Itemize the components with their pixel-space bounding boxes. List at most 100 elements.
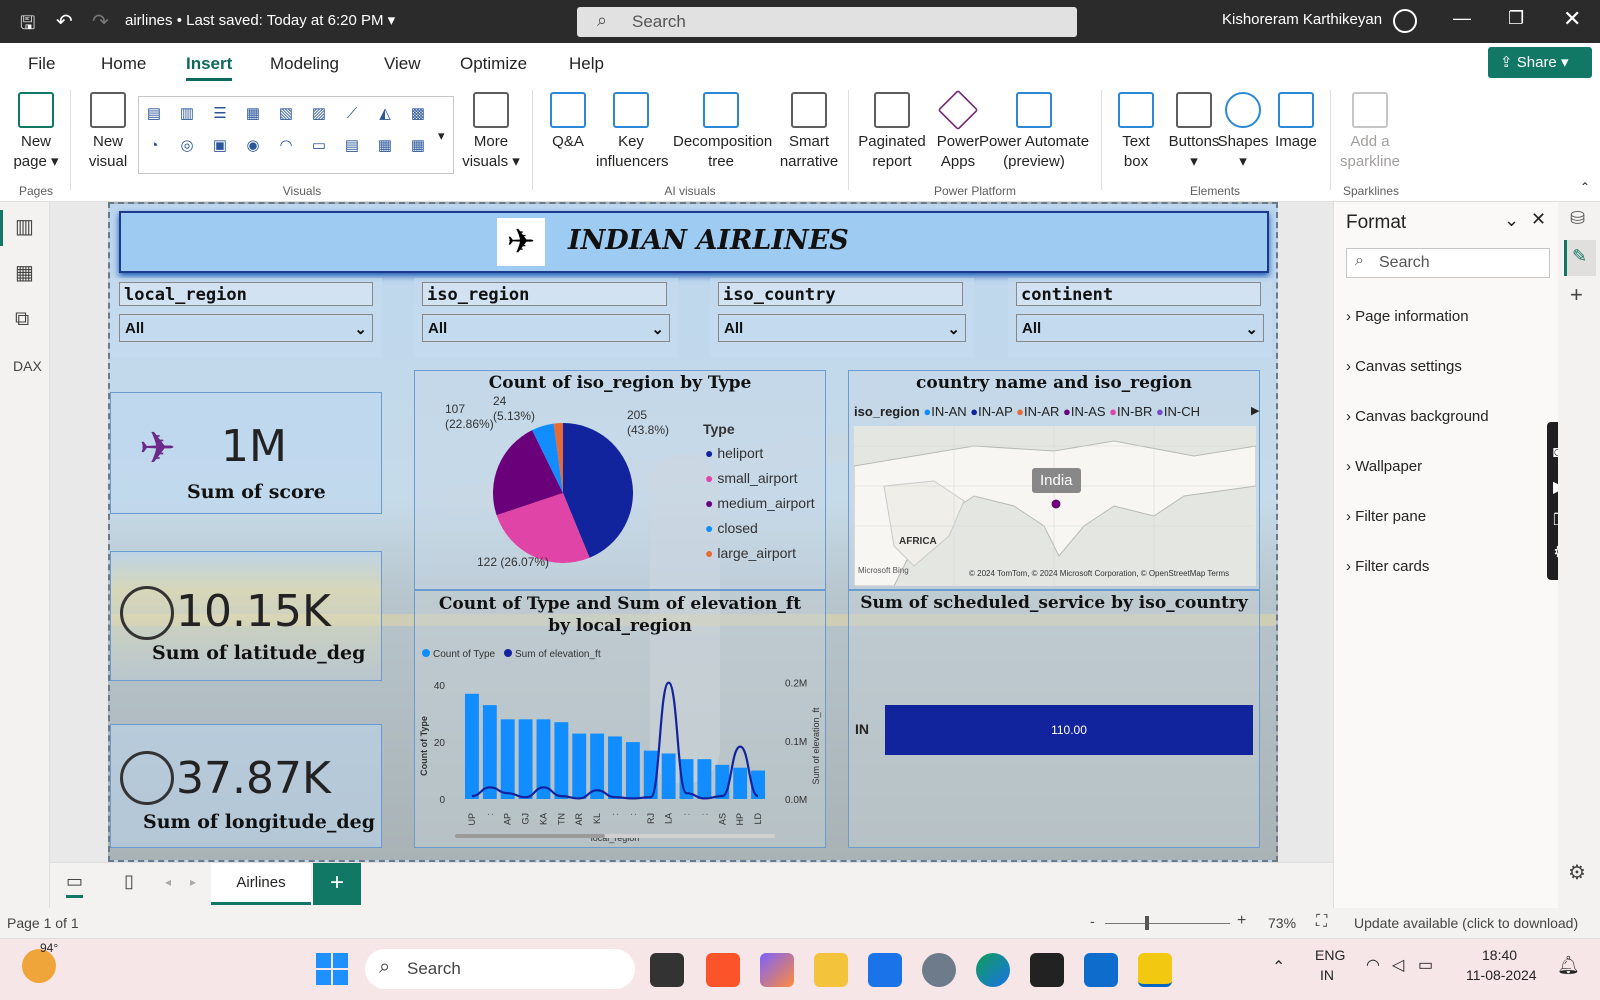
tray-expand-icon[interactable]: ⌃: [1272, 957, 1285, 977]
treemap-icon[interactable]: ▣: [209, 135, 231, 157]
section-wallpaper[interactable]: › Wallpaper: [1346, 458, 1422, 475]
start-icon[interactable]: [316, 953, 348, 985]
edge-browser-icon[interactable]: [976, 953, 1010, 987]
taskbar-search[interactable]: ⌕ Search: [365, 949, 635, 989]
new-page-button[interactable]: New page ▾: [8, 92, 64, 172]
power-apps-button[interactable]: Power Apps: [932, 89, 984, 172]
report-view-icon[interactable]: ▥: [15, 214, 34, 239]
minimize-icon[interactable]: —: [1453, 8, 1471, 29]
slicer-dropdown[interactable]: All ⌄: [1016, 314, 1264, 342]
bar[interactable]: [715, 764, 730, 799]
prev-page-icon[interactable]: ◂: [165, 875, 171, 889]
data-pane-icon[interactable]: ⛁: [1570, 208, 1585, 229]
menu-home[interactable]: Home: [101, 54, 146, 74]
user-name[interactable]: Kishoreram Karthikeyan: [1222, 11, 1382, 28]
section-filter-cards[interactable]: › Filter cards: [1346, 558, 1429, 575]
combo-chart[interactable]: Count of Type Sum of elevation_ft 0 20 40 0.0…: [415, 641, 827, 846]
bar[interactable]: [554, 722, 569, 799]
page-tab-airlines[interactable]: Airlines: [211, 863, 311, 905]
bar[interactable]: 110.00: [885, 705, 1253, 755]
slicer-local-region[interactable]: local_region All ⌄: [110, 278, 382, 358]
language-region[interactable]: IN: [1320, 967, 1334, 983]
vscode-icon[interactable]: [1084, 953, 1118, 987]
pie-chart-card[interactable]: Count of iso_region by Type 205 (43.8%) 12…: [414, 370, 826, 590]
menu-modeling[interactable]: Modeling: [270, 54, 339, 74]
table-icon[interactable]: ▦: [374, 135, 396, 157]
legend-item[interactable]: ●IN-AN: [923, 404, 966, 419]
legend-item[interactable]: ●IN-AS: [1059, 404, 1106, 419]
share-button[interactable]: ⇪ Share ▾: [1488, 47, 1592, 78]
mobile-layout-icon[interactable]: ▯: [124, 871, 134, 892]
zoom-in-icon[interactable]: +: [1237, 912, 1246, 930]
matrix-icon[interactable]: ▦: [407, 135, 429, 157]
gauge-icon[interactable]: ◠: [275, 135, 297, 157]
bar[interactable]: [500, 719, 515, 799]
column-100-icon[interactable]: ▨: [308, 103, 330, 125]
terminal-icon[interactable]: [1030, 953, 1064, 987]
new-visual-button[interactable]: New visual: [80, 92, 136, 172]
bar[interactable]: [482, 705, 497, 799]
collapse-icon[interactable]: ⌄: [1504, 210, 1519, 231]
legend-item[interactable]: ●IN-CH: [1152, 404, 1200, 419]
kpi-card-score[interactable]: ✈ 1M Sum of score: [110, 392, 382, 514]
add-pane-icon[interactable]: +: [1570, 282, 1583, 308]
decomposition-tree-button[interactable]: Decomposition tree: [673, 92, 772, 172]
volume-icon[interactable]: ◁: [1392, 955, 1404, 975]
clock-time[interactable]: 18:40: [1482, 947, 1517, 963]
window-title[interactable]: airlines • Last saved: Today at 6:20 PM …: [125, 11, 395, 29]
area-chart-icon[interactable]: ◭: [374, 103, 396, 125]
search-input[interactable]: ⌕ Search: [577, 7, 1077, 37]
bar[interactable]: [608, 736, 622, 799]
map-card[interactable]: country name and iso_region iso_region ●…: [848, 370, 1260, 590]
multirow-card-icon[interactable]: ▤: [341, 135, 363, 157]
legend-next-icon[interactable]: ▶: [1251, 404, 1259, 417]
zoom-out-icon[interactable]: -: [1090, 913, 1095, 929]
scrollbar-thumb[interactable]: [455, 834, 605, 838]
stacked-column-icon[interactable]: ▥: [176, 103, 198, 125]
slicer-dropdown[interactable]: All ⌄: [119, 314, 373, 342]
slicer-continent[interactable]: continent All ⌄: [1008, 278, 1272, 358]
slicer-dropdown[interactable]: All ⌄: [718, 314, 966, 342]
combo-chart-card[interactable]: Count of Type and Sum of elevation_ft by…: [414, 590, 826, 848]
language-primary[interactable]: ENG: [1315, 947, 1345, 963]
restore-icon[interactable]: ❐: [1508, 8, 1524, 29]
settings-icon[interactable]: ⚙: [1568, 860, 1586, 885]
slicer-iso-region[interactable]: iso_region All ⌄: [414, 278, 678, 358]
bar[interactable]: [661, 753, 676, 799]
key-influencers-button[interactable]: Key influencers: [596, 92, 669, 172]
legend-item[interactable]: ● large_airport: [705, 541, 815, 566]
redo-icon[interactable]: ↷: [92, 9, 109, 34]
slicer-iso-country[interactable]: iso_country All ⌄: [710, 278, 974, 358]
qa-button[interactable]: Q&A: [542, 92, 594, 152]
kpi-card-latitude[interactable]: 10.15K Sum of latitude_deg: [110, 551, 382, 681]
format-search-input[interactable]: ⌕ Search: [1346, 248, 1550, 278]
text-box-button[interactable]: Text box: [1110, 92, 1162, 172]
bar[interactable]: [465, 693, 479, 799]
model-view-icon[interactable]: ⧉: [15, 308, 29, 331]
bar[interactable]: [751, 770, 765, 799]
section-canvas-settings[interactable]: › Canvas settings: [1346, 358, 1462, 375]
clustered-column-icon[interactable]: ▦: [242, 103, 264, 125]
gallery-expand-icon[interactable]: ▾: [438, 128, 445, 144]
dax-query-icon[interactable]: DAX: [13, 358, 42, 374]
menu-view[interactable]: View: [384, 54, 421, 74]
map-icon[interactable]: ◉: [242, 135, 264, 157]
power-automate-button[interactable]: Power Automate (preview): [978, 92, 1090, 172]
bar[interactable]: [625, 742, 640, 799]
ribbon-chart-icon[interactable]: ▩: [407, 103, 429, 125]
menu-file[interactable]: File: [28, 54, 55, 74]
bar[interactable]: [733, 767, 748, 799]
more-visuals-button[interactable]: More visuals ▾: [460, 92, 522, 172]
paginated-report-button[interactable]: Paginated report: [856, 92, 928, 172]
zoom-slider[interactable]: [1105, 923, 1230, 924]
add-page-button[interactable]: +: [313, 863, 361, 905]
zoom-slider-thumb[interactable]: [1145, 916, 1149, 930]
bar-chart-card[interactable]: Sum of scheduled_service by iso_country …: [848, 590, 1260, 848]
section-canvas-background[interactable]: › Canvas background: [1346, 408, 1489, 425]
kpi-card-longitude[interactable]: 37.87K Sum of longitude_deg: [110, 724, 382, 848]
brave-browser-icon[interactable]: [706, 953, 740, 987]
file-explorer-icon[interactable]: [814, 953, 848, 987]
bar[interactable]: [572, 733, 587, 799]
clock-date[interactable]: 11-08-2024: [1466, 967, 1537, 983]
update-notice[interactable]: Update available (click to download): [1354, 915, 1578, 931]
